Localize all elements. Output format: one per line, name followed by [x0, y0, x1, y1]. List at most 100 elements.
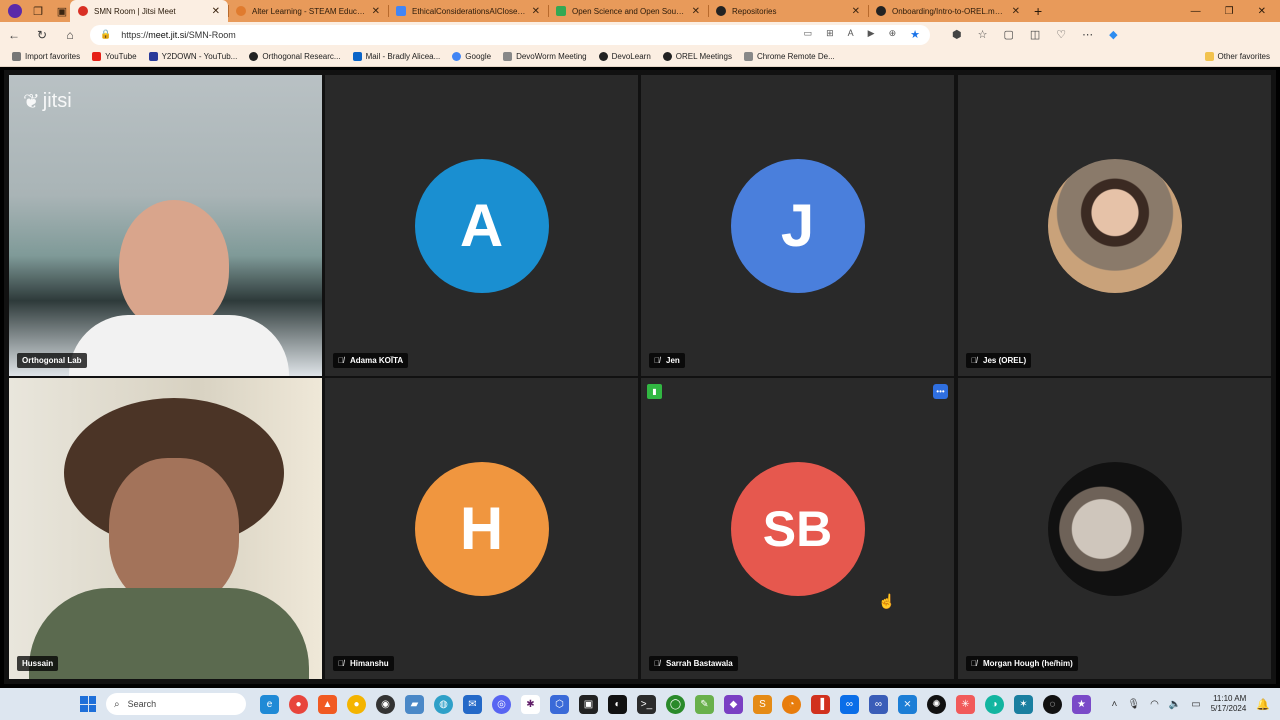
- copilot-icon[interactable]: ◆: [1109, 28, 1117, 41]
- browser-essentials-icon[interactable]: ♡: [1056, 28, 1066, 41]
- immersive-reader-icon[interactable]: ▶: [868, 28, 875, 41]
- collections-icon[interactable]: ▢: [1003, 28, 1013, 41]
- infinity-icon[interactable]: ∞: [869, 694, 888, 714]
- participant-tile-orthogonal-lab[interactable]: ❦ jitsi Orthogonal Lab: [9, 75, 322, 376]
- tab-open-science[interactable]: Open Science and Open Source ✕: [548, 0, 708, 22]
- bookmark-import-favorites[interactable]: Import favorites: [12, 52, 80, 61]
- close-tab-icon[interactable]: ✕: [1012, 6, 1020, 17]
- bookmark-devolearn[interactable]: DevoLearn: [598, 52, 651, 61]
- brave-icon[interactable]: ▲: [318, 694, 337, 714]
- meta-icon[interactable]: ∞: [840, 694, 859, 714]
- other-favorites[interactable]: Other favorites: [1204, 52, 1270, 61]
- bookmark-chrome-remote-desktop[interactable]: Chrome Remote De...: [743, 52, 835, 61]
- read-aloud-icon[interactable]: A: [848, 28, 854, 41]
- chrome-icon[interactable]: ●: [289, 694, 308, 714]
- participant-name-text: Himanshu: [350, 659, 389, 668]
- start-menu-icon[interactable]: [80, 696, 96, 712]
- participant-tile-sarrah[interactable]: ▮ ••• SB 🎙̸ Sarrah Bastawala: [641, 378, 954, 679]
- mail-icon[interactable]: ✉: [463, 694, 482, 714]
- terminal-icon[interactable]: >_: [637, 694, 656, 714]
- show-hidden-icons-icon[interactable]: ˄: [1112, 699, 1118, 710]
- slack-icon[interactable]: ✱: [521, 694, 540, 714]
- favorite-star-icon[interactable]: ★: [910, 28, 920, 41]
- home-icon[interactable]: ⌂: [56, 28, 84, 42]
- jitsi-favicon-icon: [78, 6, 88, 16]
- close-tab-icon[interactable]: ✕: [212, 6, 220, 17]
- extensions-icon[interactable]: ⬢: [952, 28, 962, 41]
- close-tab-icon[interactable]: ✕: [372, 6, 380, 17]
- tab-onboarding[interactable]: Onboarding/Intro-to-OREL.md a ✕: [868, 0, 1028, 22]
- app-purple-icon[interactable]: ★: [1072, 694, 1091, 714]
- participant-tile-himanshu[interactable]: H 🎙̸ Himanshu: [325, 378, 638, 679]
- app-star-icon[interactable]: ✳: [956, 694, 975, 714]
- app-teal-icon[interactable]: ◑: [985, 694, 1004, 714]
- vscode-icon[interactable]: ⨯: [898, 694, 917, 714]
- zoom-icon[interactable]: ⊕: [889, 28, 897, 41]
- more-options-icon[interactable]: •••: [933, 384, 948, 399]
- minimize-icon[interactable]: —: [1191, 6, 1201, 17]
- youtube-icon: [92, 52, 102, 61]
- tab-ethical-considerations[interactable]: EthicalConsiderationsAIClosedLo ✕: [388, 0, 548, 22]
- globe-icon[interactable]: ◍: [434, 694, 453, 714]
- bookmark-orthogonal-research[interactable]: Orthogonal Researc...: [249, 52, 341, 61]
- bookmark-mail[interactable]: Mail - Bradly Alicea...: [352, 52, 440, 61]
- close-window-icon[interactable]: ✕: [1258, 6, 1266, 17]
- camera-permission-icon[interactable]: ▭: [804, 28, 813, 41]
- tab-smn-room[interactable]: SMN Room | Jitsi Meet ✕: [70, 0, 228, 22]
- edge-icon[interactable]: e: [260, 694, 279, 714]
- workspaces-icon[interactable]: ❐: [30, 3, 46, 19]
- volume-icon[interactable]: 🔈: [1169, 699, 1181, 710]
- refresh-icon[interactable]: ↻: [28, 28, 56, 42]
- notepad-icon[interactable]: ✎: [695, 694, 714, 714]
- maximize-icon[interactable]: ❐: [1225, 6, 1234, 17]
- address-bar[interactable]: 🔒 https://meet.jit.si/SMN-Room ▭ ⊞ A ▶ ⊕…: [90, 24, 930, 45]
- files-icon[interactable]: ▰: [405, 694, 424, 714]
- participant-tile-hussain[interactable]: Hussain: [9, 378, 322, 679]
- vs-icon[interactable]: ◆: [724, 694, 743, 714]
- sublime-icon[interactable]: S: [753, 694, 772, 714]
- tab-repositories[interactable]: Repositories ✕: [708, 0, 868, 22]
- participant-tile-jen[interactable]: J 🎙̸ Jen: [641, 75, 954, 376]
- clock[interactable]: 11:10 AM 5/17/2024: [1211, 694, 1247, 714]
- bookmark-orel-meetings[interactable]: OREL Meetings: [662, 52, 732, 61]
- participant-tile-morgan[interactable]: 🎙̸ Morgan Hough (he/him): [958, 378, 1271, 679]
- close-tab-icon[interactable]: ✕: [692, 6, 700, 17]
- discord-icon[interactable]: ◎: [492, 694, 511, 714]
- bookmark-youtube[interactable]: YouTube: [92, 52, 137, 61]
- participant-tile-adama[interactable]: A 🎙̸ Adama KOÏTA: [325, 75, 638, 376]
- battery-icon[interactable]: ▭: [1191, 699, 1200, 710]
- split-screen-icon[interactable]: ◫: [1030, 28, 1040, 41]
- tab-alter-learning[interactable]: Alter Learning - STEAM Educatio ✕: [228, 0, 388, 22]
- app-github-icon[interactable]: ◐: [608, 694, 627, 714]
- obs-icon[interactable]: ◉: [376, 694, 395, 714]
- chatgpt-icon[interactable]: ✺: [927, 694, 946, 714]
- lock-icon[interactable]: 🔒: [100, 29, 111, 40]
- reader-icon[interactable]: ▐: [811, 694, 830, 714]
- app-ring-icon[interactable]: ◌: [1043, 694, 1062, 714]
- close-tab-icon[interactable]: ✕: [532, 6, 540, 17]
- system-tray: ˄ 🎙 ◠ 🔈 ▭ 11:10 AM 5/17/2024 🔔: [1112, 694, 1280, 714]
- blender-icon[interactable]: ◔: [782, 694, 801, 714]
- microphone-icon[interactable]: 🎙: [1127, 699, 1140, 710]
- tab-actions-icon[interactable]: ▣: [54, 3, 70, 19]
- connection-status-icon[interactable]: ▮: [647, 384, 662, 399]
- notifications-icon[interactable]: 🔔: [1256, 698, 1270, 711]
- app-hex-icon[interactable]: ⬡: [550, 694, 569, 714]
- app-dark-icon[interactable]: ▣: [579, 694, 598, 714]
- chrome-canary-icon[interactable]: ●: [347, 694, 366, 714]
- taskbar-search[interactable]: ⌕ Search: [106, 693, 246, 715]
- participant-tile-jes-orel[interactable]: 🎙̸ Jes (OREL): [958, 75, 1271, 376]
- new-tab-icon[interactable]: +: [1034, 3, 1042, 19]
- xbox-icon[interactable]: ◯: [666, 694, 685, 714]
- close-tab-icon[interactable]: ✕: [852, 6, 860, 17]
- app-available-icon[interactable]: ⊞: [826, 28, 834, 41]
- bookmark-y2down[interactable]: Y2DOWN - YouTub...: [148, 52, 237, 61]
- perplexity-icon[interactable]: ✶: [1014, 694, 1033, 714]
- favorites-icon[interactable]: ☆: [978, 28, 988, 41]
- bookmark-google[interactable]: Google: [452, 52, 491, 61]
- wifi-icon[interactable]: ◠: [1150, 699, 1159, 710]
- profile-icon[interactable]: [8, 4, 22, 18]
- bookmark-devoworm-meeting[interactable]: DevoWorm Meeting: [503, 52, 587, 61]
- back-icon[interactable]: ←: [0, 28, 28, 42]
- settings-more-icon[interactable]: ⋯: [1082, 28, 1093, 41]
